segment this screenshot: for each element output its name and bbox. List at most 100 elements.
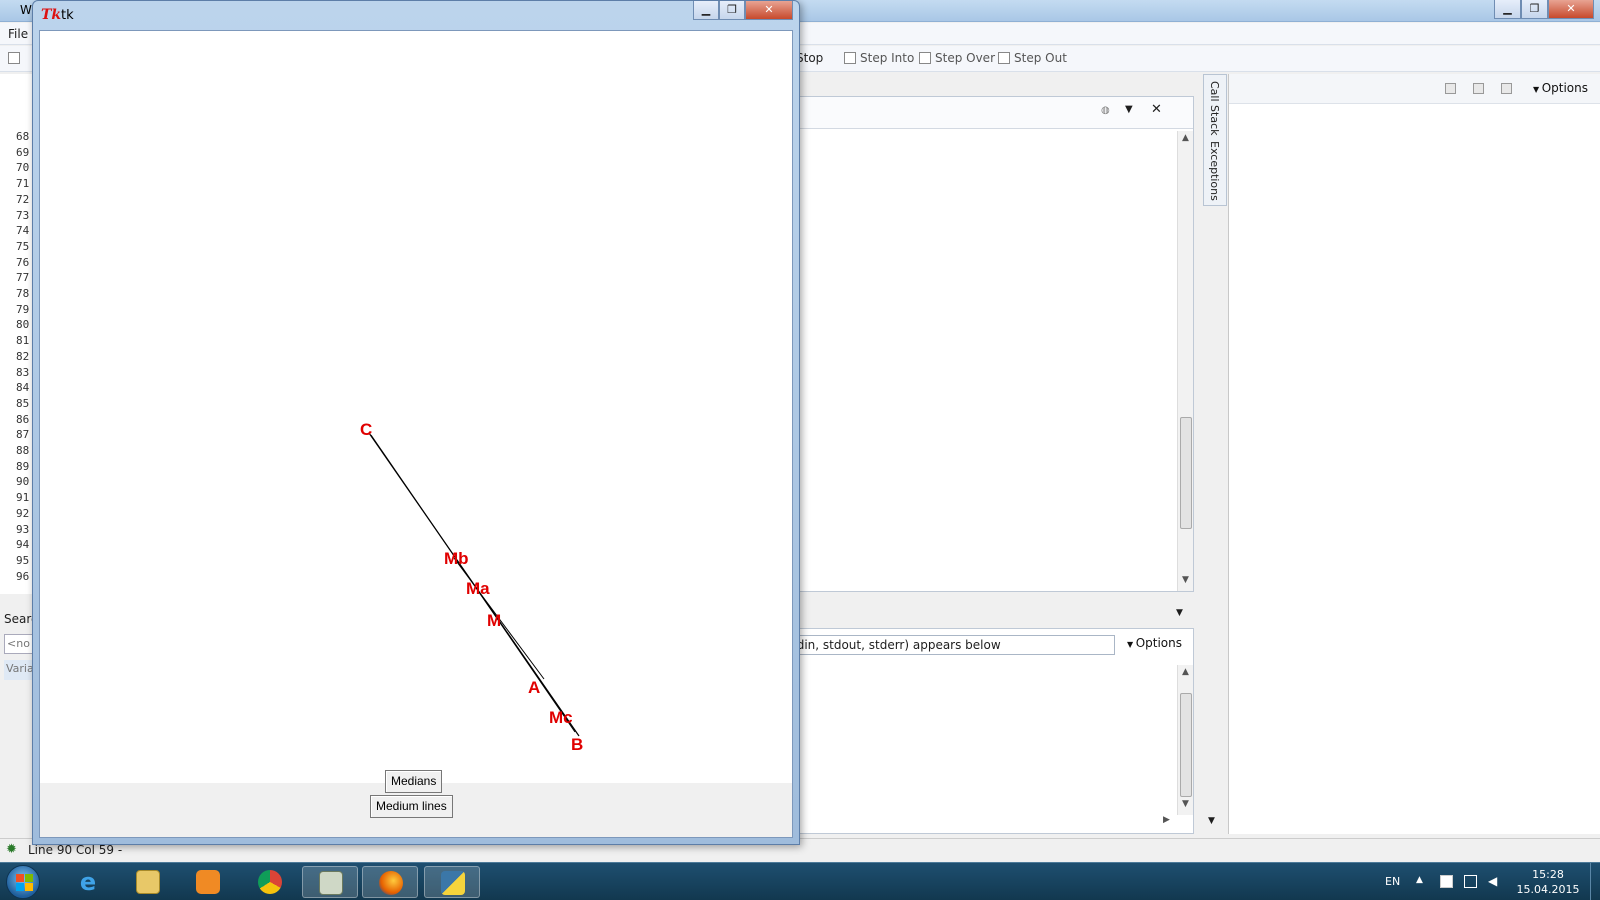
drawing-canvas[interactable]: C Mb Ma M A Mc B xyxy=(40,31,792,783)
console-options-button[interactable]: ▼ Options xyxy=(1127,636,1182,650)
chevron-down-icon[interactable]: ▼ xyxy=(1125,104,1133,115)
python-task[interactable] xyxy=(424,866,480,898)
debug-scroll-thumb[interactable] xyxy=(1180,417,1192,529)
scroll-right-icon[interactable]: ▶ xyxy=(1163,815,1170,825)
media-player-task[interactable] xyxy=(180,866,236,898)
explorer-task[interactable] xyxy=(120,866,176,898)
start-button[interactable] xyxy=(6,865,40,899)
clock-time: 15:28 xyxy=(1532,868,1564,881)
line-number: 84 xyxy=(16,381,30,395)
step-over-button[interactable]: Step Over xyxy=(919,51,995,65)
right-panel-header: ▼ Options xyxy=(1229,74,1600,104)
line-number: 68 xyxy=(16,130,30,143)
search-area: Searc <no Varia xyxy=(0,608,38,828)
tk-client-area: C Mb Ma M A Mc B Medians Medium lines xyxy=(39,30,793,838)
tk-titlebar[interactable]: Tk tk ▁ ❐ ✕ xyxy=(33,1,799,29)
windows-logo-icon xyxy=(16,874,24,882)
step-out-icon xyxy=(998,52,1010,64)
line-number: 95 xyxy=(16,553,30,567)
line-number: 75 xyxy=(16,239,30,253)
new-file-icon[interactable] xyxy=(8,51,24,65)
language-indicator[interactable]: EN xyxy=(1385,875,1400,888)
python-icon xyxy=(441,871,465,895)
tab-exceptions[interactable]: Exceptions xyxy=(1208,141,1221,201)
network-icon[interactable] xyxy=(1464,875,1477,888)
line-number: 72 xyxy=(16,192,30,206)
line-number: 73 xyxy=(16,208,30,222)
point-label-ma: Ma xyxy=(466,579,490,598)
line-number: 94 xyxy=(16,538,30,552)
point-label-mb: Mb xyxy=(444,549,469,568)
canvas-svg: C Mb Ma M A Mc B xyxy=(360,420,583,754)
panel-tool-icon[interactable] xyxy=(1473,83,1484,94)
medium-lines-button[interactable]: Medium lines xyxy=(370,795,453,818)
close-icon[interactable]: ✕ xyxy=(1151,102,1162,117)
line-number: 70 xyxy=(16,161,30,175)
point-label-mc: Mc xyxy=(549,708,573,727)
debug-output-panel: ◍ ▼ ✕ ▲ ▼ xyxy=(786,96,1194,592)
line-number: 90 xyxy=(16,475,30,489)
step-into-label: Step Into xyxy=(860,51,915,65)
line-number: 74 xyxy=(16,224,30,238)
line-number: 96 xyxy=(16,569,30,583)
chrome-icon xyxy=(258,870,282,894)
scroll-up-icon: ▲ xyxy=(1182,133,1189,143)
line-number: 77 xyxy=(16,271,30,285)
line-number: 83 xyxy=(16,365,30,379)
line-number: 80 xyxy=(16,318,30,332)
ide-maximize-button[interactable]: ❐ xyxy=(1521,0,1548,19)
tray-clock[interactable]: 15:28 15.04.2015 xyxy=(1508,867,1588,897)
console-scrollbar[interactable]: ▲ ▼ xyxy=(1177,665,1193,815)
firefox-task[interactable] xyxy=(362,866,418,898)
panel-tool-icon[interactable] xyxy=(1445,83,1456,94)
tk-logo-icon: Tk xyxy=(41,7,62,23)
stop-button[interactable]: Stop xyxy=(796,51,823,65)
pin-icon[interactable]: ◍ xyxy=(1101,105,1110,116)
tk-minimize-button[interactable]: ▁ xyxy=(693,1,719,20)
ide-close-button[interactable]: ✕ xyxy=(1548,0,1594,19)
tab-call-stack[interactable]: Call Stack xyxy=(1208,81,1221,135)
scroll-down-icon: ▼ xyxy=(1182,799,1189,809)
line-number: 79 xyxy=(16,302,30,316)
internet-explorer-task[interactable]: e xyxy=(60,866,116,898)
console-options-label: Options xyxy=(1135,636,1183,650)
panel-tool-icon[interactable] xyxy=(1501,83,1512,94)
windows-logo-icon xyxy=(16,883,24,891)
chrome-task[interactable] xyxy=(242,866,298,898)
menu-file[interactable]: File xyxy=(8,27,28,41)
right-tool-panel: ▼ Options xyxy=(1228,74,1600,834)
line-number: 89 xyxy=(16,459,30,473)
volume-muted-icon[interactable]: ◀ xyxy=(1488,875,1501,888)
ide-icon xyxy=(319,871,343,895)
step-out-button[interactable]: Step Out xyxy=(998,51,1067,65)
point-label-b: B xyxy=(571,735,583,754)
folder-icon xyxy=(136,870,160,894)
console-scroll-thumb[interactable] xyxy=(1180,693,1192,797)
ide-task[interactable] xyxy=(302,866,358,898)
side-tab-strip: Call Stack Exceptions xyxy=(1203,74,1227,206)
line-number: 86 xyxy=(16,412,30,426)
ide-title: W xyxy=(20,3,32,17)
line-number: 85 xyxy=(16,396,30,410)
tk-close-button[interactable]: ✕ xyxy=(745,1,793,20)
scroll-up-icon: ▲ xyxy=(1182,667,1189,677)
step-over-icon xyxy=(919,52,931,64)
point-labels: C Mb Ma M A Mc B xyxy=(360,420,583,754)
action-center-icon[interactable] xyxy=(1440,875,1453,888)
tray-expand-icon[interactable]: ▲ xyxy=(1416,875,1423,885)
panel-chevron-icon[interactable]: ▼ xyxy=(1176,608,1183,618)
side-chevron-icon[interactable]: ▼ xyxy=(1208,816,1215,826)
media-player-icon xyxy=(196,870,220,894)
windows-taskbar: e EN ▲ ◀ 15:28 15.04.2015 xyxy=(0,862,1600,900)
dropdown-icon: ▼ xyxy=(1127,640,1136,649)
line-number: 91 xyxy=(16,491,30,505)
tk-maximize-button[interactable]: ❐ xyxy=(719,1,745,20)
line-number: 69 xyxy=(16,145,30,159)
options-button[interactable]: ▼ Options xyxy=(1533,81,1588,95)
step-into-icon xyxy=(844,52,856,64)
step-into-button[interactable]: Step Into xyxy=(844,51,914,65)
medians-button[interactable]: Medians xyxy=(385,770,443,793)
show-desktop-button[interactable] xyxy=(1590,863,1600,900)
debug-scrollbar[interactable]: ▲ ▼ xyxy=(1177,131,1193,591)
ide-minimize-button[interactable]: ▁ xyxy=(1494,0,1521,19)
